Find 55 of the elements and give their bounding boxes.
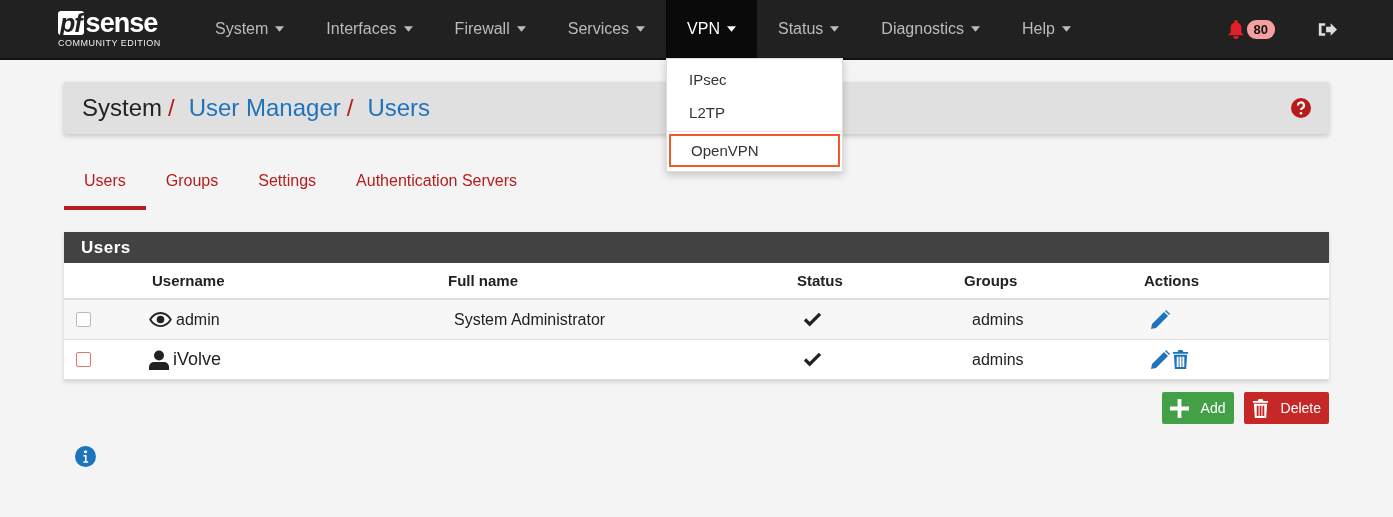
pencil-icon[interactable] <box>1150 309 1170 330</box>
breadcrumb-text: System <box>82 94 162 122</box>
caret-icon <box>727 26 736 32</box>
breadcrumb-link[interactable]: User Manager <box>188 94 341 122</box>
trash-icon <box>1251 398 1269 418</box>
groups-cell-text: admins <box>971 310 1025 329</box>
nav-menu-item[interactable]: Help <box>1001 0 1092 58</box>
column-header: Groups <box>964 272 1019 289</box>
dropdown-item[interactable]: OpenVPN <box>669 134 841 167</box>
row-checkbox[interactable] <box>76 312 91 327</box>
full-name-cell-text: System Administrator <box>453 310 606 328</box>
info-icon[interactable] <box>75 446 96 467</box>
panel-heading: Users <box>64 232 1329 263</box>
caret-icon <box>971 26 981 32</box>
bell-icon[interactable] <box>1226 19 1245 39</box>
groups-cell-text: admins <box>971 350 1025 369</box>
nav-menu-item[interactable]: Interfaces <box>305 0 434 58</box>
row-checkbox[interactable] <box>76 352 91 367</box>
username-cell: admin <box>176 310 220 329</box>
dropdown-item[interactable]: IPsec <box>667 63 843 96</box>
column-header: Status <box>796 272 844 289</box>
nav-menu-item[interactable]: Diagnostics <box>860 0 1002 58</box>
column-header: Full name <box>448 272 519 289</box>
dropdown-item[interactable]: L2TP <box>667 96 843 129</box>
delete-button[interactable]: Delete <box>1243 392 1329 424</box>
nav-menu-item[interactable]: Firewall <box>433 0 547 58</box>
breadcrumb-separator: / <box>346 94 354 122</box>
nav-menu-item[interactable]: Status <box>757 0 861 58</box>
logo-text[interactable]: sense <box>85 10 158 36</box>
logo-subtitle: COMMUNITY EDITION <box>58 38 162 48</box>
column-header: Username <box>151 272 226 289</box>
caret-icon <box>830 26 840 32</box>
logout-icon[interactable] <box>1317 20 1337 38</box>
caret-icon <box>1061 26 1071 32</box>
tab[interactable]: Groups <box>145 170 239 210</box>
plus-icon <box>1169 398 1189 418</box>
column-header: Actions <box>1144 272 1200 289</box>
caret-icon <box>516 26 526 32</box>
tab[interactable]: Users <box>64 170 146 210</box>
notification-badge[interactable]: 80 <box>1246 19 1275 39</box>
pencil-icon[interactable] <box>1150 349 1170 370</box>
nav-menu-item[interactable]: System <box>194 0 306 58</box>
caret-icon <box>636 26 646 32</box>
tab[interactable]: Settings <box>238 170 337 210</box>
username-cell: iVolve <box>173 349 222 370</box>
nav-menu-item[interactable]: Services <box>546 0 667 58</box>
tab[interactable]: Authentication Servers <box>336 170 538 210</box>
breadcrumb-link[interactable]: Users <box>367 94 431 122</box>
logo-mark[interactable]: pf <box>58 11 84 35</box>
caret-icon <box>275 26 285 32</box>
trash-icon[interactable] <box>1172 349 1189 369</box>
breadcrumb-separator: / <box>168 94 175 122</box>
help-icon[interactable] <box>1291 98 1311 118</box>
nav-menu-item[interactable]: VPN <box>666 0 757 58</box>
caret-icon <box>403 26 413 32</box>
